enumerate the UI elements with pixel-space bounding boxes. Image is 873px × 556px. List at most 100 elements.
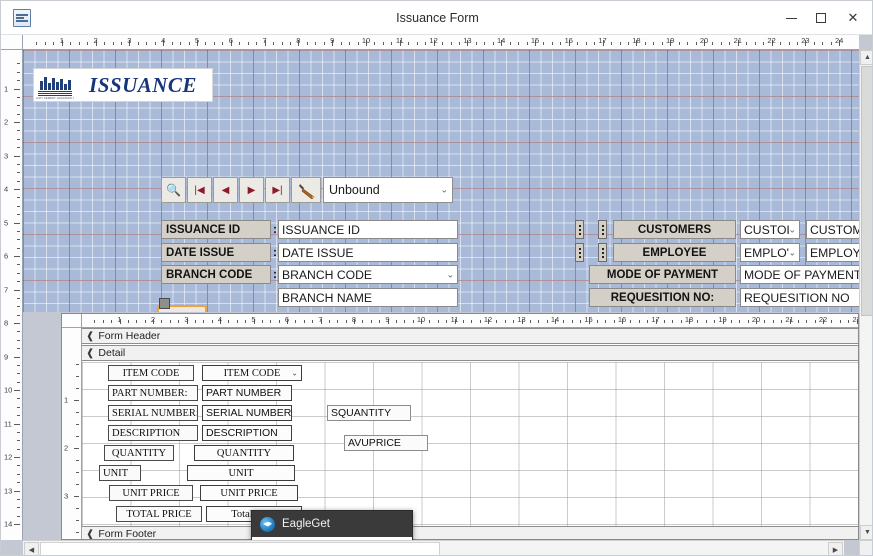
handle-row-date-issue[interactable] xyxy=(598,243,607,262)
label-mode-of-payment-text: MODE OF PAYMENT xyxy=(606,268,719,281)
previous-record-icon: ◀ xyxy=(221,184,230,196)
label-employee[interactable]: EMPLOYEE xyxy=(613,243,736,262)
edit-record-button[interactable] xyxy=(291,177,321,203)
minimize-button[interactable] xyxy=(776,1,806,35)
subform-canvas[interactable]: ❰ Form Header ❰ Detail ITEM CODE ITEM CO… xyxy=(82,328,858,539)
ruler-tick-minor xyxy=(518,42,520,45)
maximize-button[interactable] xyxy=(806,1,836,35)
textbox-avuprice[interactable]: AVUPRICE xyxy=(344,435,428,451)
textbox-part-number[interactable]: PART NUMBER xyxy=(202,385,292,401)
combobox-employee[interactable]: EMPLO' ⌄ xyxy=(740,243,800,262)
horizontal-ruler[interactable]: 1 2 3 4 5 6 7 8 9 10 11 12 13 14 15 16 17 18 19 20 21 22 23 24 xyxy=(23,35,859,50)
label-date-issue[interactable]: DATE ISSUE xyxy=(161,243,271,262)
textbox-branch-name[interactable]: BRANCH NAME xyxy=(278,288,458,307)
subform-vertical-ruler[interactable]: 1234 xyxy=(62,328,82,539)
horizontal-scrollbar[interactable]: ◀ ▶ xyxy=(23,540,844,555)
label-quantity[interactable]: QUANTITY xyxy=(104,445,174,461)
ruler-tick-minor xyxy=(672,320,674,323)
textbox-employee-name[interactable]: EMPLOYEE N xyxy=(806,243,859,262)
scroll-up-button[interactable]: ▲ xyxy=(860,50,872,65)
handle-row-customers[interactable] xyxy=(575,220,584,239)
ruler-tick-minor xyxy=(416,42,418,45)
band-detail[interactable]: ❰ Detail xyxy=(82,345,858,361)
ruler-tick-minor xyxy=(678,42,680,45)
previous-record-button[interactable]: ◀ xyxy=(213,177,238,203)
record-nav-toolbar[interactable]: 🔍 |◀ ◀ ▶ ▶| xyxy=(161,177,322,203)
eagle-logo-icon xyxy=(260,516,275,532)
access-form-design-window: Issuance Form ✕ 1 2 3 4 5 6 7 8 9 10 11 12 13 14 15 16 1… xyxy=(0,0,873,556)
find-button[interactable]: 🔍 xyxy=(161,177,186,203)
vertical-scrollbar[interactable]: ▲ ▼ xyxy=(859,50,872,540)
close-button[interactable]: ✕ xyxy=(838,1,868,35)
textbox-issuance-id[interactable]: ISSUANCE ID xyxy=(278,220,458,239)
handle-row-issuance-id[interactable] xyxy=(598,220,607,239)
form-logo-header[interactable]: MAKATI CEMENT HOLDINGS INC ISSUANCE xyxy=(33,68,213,102)
textbox-unit-price[interactable]: UNIT PRICE xyxy=(200,485,298,501)
next-record-button[interactable]: ▶ xyxy=(239,177,264,203)
ruler-tick-minor xyxy=(796,42,798,45)
ruler-tick-minor xyxy=(169,320,171,323)
label-item-code[interactable]: ITEM CODE xyxy=(108,365,194,381)
textbox-description[interactable]: DESCRIPTION xyxy=(202,425,292,441)
chevron-down-icon: ⌄ xyxy=(788,247,796,257)
handle-row-employee[interactable] xyxy=(575,243,584,262)
last-record-button[interactable]: ▶| xyxy=(265,177,290,203)
ruler-tick-minor xyxy=(188,42,190,45)
textbox-requesition-no[interactable]: REQUESITION NO xyxy=(740,288,859,307)
textbox-mode-of-payment[interactable]: MODE OF PAYMENT xyxy=(740,265,859,284)
combobox-branch-code[interactable]: BRANCH CODE ⌄ xyxy=(278,265,458,284)
detail-section-grid[interactable] xyxy=(82,362,858,526)
items-subform-window[interactable]: 1234567891011121314151617181920212223 12… xyxy=(61,313,859,540)
subform-horizontal-ruler[interactable]: 1234567891011121314151617181920212223 xyxy=(82,314,858,328)
textbox-date-issue[interactable]: DATE ISSUE xyxy=(278,243,458,262)
ruler-tick-minor xyxy=(178,320,180,323)
ruler-label: 1 xyxy=(4,84,9,93)
label-unit-price[interactable]: UNIT PRICE xyxy=(109,485,193,501)
first-record-button[interactable]: |◀ xyxy=(187,177,212,203)
textbox-customer-name-value: CUSTOMER N xyxy=(810,222,859,237)
tab-move-handle[interactable] xyxy=(159,298,170,309)
label-total-price[interactable]: TOTAL PRICE xyxy=(116,506,202,522)
band-form-footer[interactable]: ❰ Form Footer xyxy=(82,526,858,539)
ruler-tick-minor xyxy=(362,320,364,323)
ruler-tick-minor xyxy=(345,320,347,323)
label-mode-of-payment[interactable]: MODE OF PAYMENT xyxy=(589,265,736,284)
scroll-right-button[interactable]: ▶ xyxy=(828,542,843,555)
ruler-label: 3 xyxy=(4,151,9,160)
band-detail-label: Detail xyxy=(98,347,126,359)
ruler-tick-minor xyxy=(17,130,20,132)
label-issuance-id[interactable]: ISSUANCE ID xyxy=(161,220,271,239)
label-branch-code[interactable]: BRANCH CODE xyxy=(161,265,271,284)
band-form-header[interactable]: ❰ Form Header xyxy=(82,328,858,344)
textbox-serial-number[interactable]: SERIAL NUMBER xyxy=(202,405,292,421)
ruler-tick-minor xyxy=(17,415,20,417)
label-customers[interactable]: CUSTOMERS xyxy=(613,220,736,239)
ruler-tick-minor xyxy=(137,42,139,45)
ruler-tick-minor xyxy=(395,320,397,323)
textbox-customer-name[interactable]: CUSTOMER N xyxy=(806,220,859,239)
tab-control[interactable]: ITEMS xyxy=(157,298,207,312)
textbox-squantity[interactable]: SQUANTITY xyxy=(327,405,411,421)
main-form-canvas[interactable]: MAKATI CEMENT HOLDINGS INC ISSUANCE 🔍 |◀… xyxy=(23,50,859,312)
label-requesition-no[interactable]: REQUESITION NO: xyxy=(589,288,736,307)
vertical-ruler[interactable]: 1 2 3 4 5 6 7 8 9 10 11 12 13 14 xyxy=(1,50,23,540)
combobox-item-code[interactable]: ITEM CODE ⌄ xyxy=(202,365,302,381)
ruler-tick-minor xyxy=(17,214,20,216)
textbox-unit[interactable]: UNIT xyxy=(187,465,295,481)
vertical-scrollbar-thumb[interactable] xyxy=(861,66,872,316)
label-unit[interactable]: UNIT xyxy=(99,465,141,481)
label-part-number[interactable]: PART NUMBER: xyxy=(108,385,198,401)
ruler-tick-minor xyxy=(17,297,20,299)
unbound-combobox[interactable]: Unbound ⌄ xyxy=(323,177,453,203)
horizontal-scrollbar-thumb[interactable] xyxy=(40,542,440,555)
scroll-down-button[interactable]: ▼ xyxy=(860,525,872,540)
textbox-quantity[interactable]: QUANTITY xyxy=(194,445,294,461)
label-serial-number[interactable]: SERIAL NUMBER: xyxy=(108,405,198,421)
tab-items[interactable]: ITEMS xyxy=(157,298,207,312)
label-item-code-text: ITEM CODE xyxy=(122,367,180,379)
scroll-left-button[interactable]: ◀ xyxy=(24,542,39,555)
combobox-customers[interactable]: CUSTOI ⌄ xyxy=(740,220,800,239)
label-description[interactable]: DESCRIPTION xyxy=(108,425,198,441)
ruler-tick-minor xyxy=(120,42,122,45)
ruler-tick-minor xyxy=(17,281,20,283)
